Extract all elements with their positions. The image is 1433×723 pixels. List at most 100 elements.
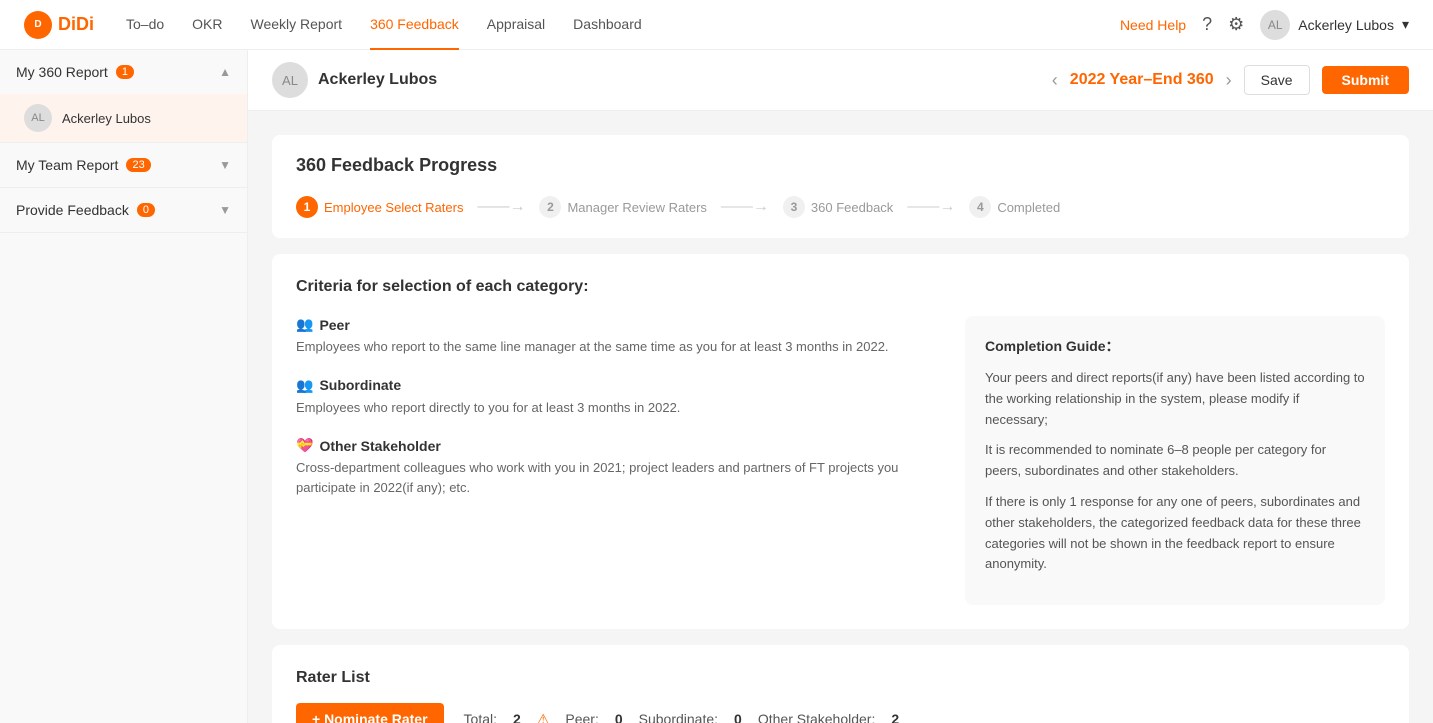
main-layout: My 360 Report 1 ▲ AL Ackerley Lubos My T… [0,50,1433,723]
step-label-4: Completed [997,200,1060,215]
criteria-section: Criteria for selection of each category:… [272,254,1409,629]
sidebar-badge-team: 23 [126,158,150,172]
guide-title: Completion Guide： [985,336,1365,356]
step-label-3: 360 Feedback [811,200,893,215]
steps-container: 1 Employee Select Raters ——→ 2 Manager R… [296,196,1385,218]
progress-section: 360 Feedback Progress 1 Employee Select … [272,135,1409,238]
sidebar-badge-360: 1 [116,65,134,79]
criteria-content: 👥 Peer Employees who report to the same … [296,316,1385,605]
rater-stats: Total: 2 ⚠ Peer: 0 Subordinate: 0 Other … [464,711,900,723]
main-content: AL Ackerley Lubos ‹ 2022 Year–End 360 › … [248,50,1433,723]
content-header: AL Ackerley Lubos ‹ 2022 Year–End 360 › … [248,50,1433,111]
sidebar-label-feedback: Provide Feedback [16,202,129,218]
nav-appraisal[interactable]: Appraisal [487,0,545,50]
step-label-2: Manager Review Raters [567,200,706,215]
nominate-rater-button[interactable]: + Nominate Rater [296,703,444,723]
nav-weekly[interactable]: Weekly Report [251,0,343,50]
sidebar-item-label-ackerley: Ackerley Lubos [62,111,151,126]
nav-todo[interactable]: To–do [126,0,164,50]
step-num-4: 4 [969,196,991,218]
guide-point-1: Your peers and direct reports(if any) ha… [985,368,1365,430]
other-icon: 💝 [296,437,313,454]
category-other: 💝 Other Stakeholder Cross-department col… [296,437,941,497]
other-label: Other Stakeholder: [758,711,876,723]
step-num-2: 2 [539,196,561,218]
nav-okr[interactable]: OKR [192,0,222,50]
subordinate-desc: Employees who report directly to you for… [296,398,941,418]
top-navigation: D DiDi To–do OKR Weekly Report 360 Feedb… [0,0,1433,50]
user-avatar: AL [1260,10,1290,40]
save-button[interactable]: Save [1244,65,1310,95]
content-body: 360 Feedback Progress 1 Employee Select … [248,111,1433,723]
warn-icon: ⚠ [537,711,550,723]
step-3: 3 360 Feedback [783,196,893,218]
subordinate-value: 0 [734,711,742,723]
completion-guide: Completion Guide： Your peers and direct … [965,316,1385,605]
sidebar-label-team: My Team Report [16,157,118,173]
need-help-link[interactable]: Need Help [1120,17,1186,33]
criteria-categories: 👥 Peer Employees who report to the same … [296,316,941,605]
sidebar: My 360 Report 1 ▲ AL Ackerley Lubos My T… [0,50,248,723]
prev-period-button[interactable]: ‹ [1052,70,1058,91]
nav-dashboard[interactable]: Dashboard [573,0,642,50]
subordinate-label: Subordinate: [639,711,718,723]
logo-text: DiDi [58,14,94,35]
category-peer: 👥 Peer Employees who report to the same … [296,316,941,357]
rater-list-title: Rater List [296,669,1385,687]
content-user-name: Ackerley Lubos [318,71,437,89]
nav-right: Need Help ? ⚙ AL Ackerley Lubos ▾ [1120,10,1409,40]
content-user-avatar: AL [272,62,308,98]
step-1: 1 Employee Select Raters [296,196,463,218]
sidebar-avatar-ackerley: AL [24,104,52,132]
app-logo[interactable]: D DiDi [24,11,94,39]
step-num-3: 3 [783,196,805,218]
user-name: Ackerley Lubos [1298,17,1394,33]
step-num-1: 1 [296,196,318,218]
peer-desc: Employees who report to the same line ma… [296,337,941,357]
subordinate-label: Subordinate [319,377,401,393]
sidebar-label-360: My 360 Report [16,64,108,80]
other-label: Other Stakeholder [319,438,440,454]
help-icon[interactable]: ? [1202,14,1212,35]
peer-value: 0 [615,711,623,723]
sidebar-chevron-team: ▼ [219,158,231,172]
subordinate-icon: 👥 [296,377,313,394]
progress-title: 360 Feedback Progress [296,155,1385,176]
step-2: 2 Manager Review Raters [539,196,706,218]
sidebar-header-360[interactable]: My 360 Report 1 ▲ [0,50,247,94]
sidebar-badge-feedback: 0 [137,203,155,217]
peer-icon: 👥 [296,316,313,333]
category-subordinate: 👥 Subordinate Employees who report direc… [296,377,941,418]
other-desc: Cross-department colleagues who work wit… [296,458,941,497]
peer-label: Peer: [565,711,598,723]
guide-point-3: If there is only 1 response for any one … [985,492,1365,575]
user-menu[interactable]: AL Ackerley Lubos ▾ [1260,10,1409,40]
sidebar-header-feedback[interactable]: Provide Feedback 0 ▼ [0,188,247,232]
step-arrow-3: ——→ [907,198,955,216]
total-value: 2 [513,711,521,723]
step-label-1: Employee Select Raters [324,200,463,215]
gear-icon[interactable]: ⚙ [1228,14,1244,35]
submit-button[interactable]: Submit [1322,66,1409,94]
step-4: 4 Completed [969,196,1060,218]
logo-icon: D [24,11,52,39]
step-arrow-1: ——→ [477,198,525,216]
criteria-title: Criteria for selection of each category: [296,278,1385,296]
total-label: Total: [464,711,497,723]
sidebar-section-feedback: Provide Feedback 0 ▼ [0,188,247,233]
chevron-down-icon: ▾ [1402,16,1409,33]
other-value: 2 [891,711,899,723]
rater-list-section: Rater List + Nominate Rater Total: 2 ⚠ P… [272,645,1409,723]
period-label: 2022 Year–End 360 [1070,71,1214,89]
sidebar-chevron-360: ▲ [219,65,231,79]
sidebar-item-ackerley[interactable]: AL Ackerley Lubos [0,94,247,142]
peer-label: Peer [319,317,349,333]
guide-point-2: It is recommended to nominate 6–8 people… [985,440,1365,482]
sidebar-section-360: My 360 Report 1 ▲ AL Ackerley Lubos [0,50,247,143]
sidebar-header-team[interactable]: My Team Report 23 ▼ [0,143,247,187]
nav-360[interactable]: 360 Feedback [370,0,459,50]
sidebar-chevron-feedback: ▼ [219,203,231,217]
rater-controls: + Nominate Rater Total: 2 ⚠ Peer: 0 Subo… [296,703,1385,723]
next-period-button[interactable]: › [1226,70,1232,91]
step-arrow-2: ——→ [721,198,769,216]
